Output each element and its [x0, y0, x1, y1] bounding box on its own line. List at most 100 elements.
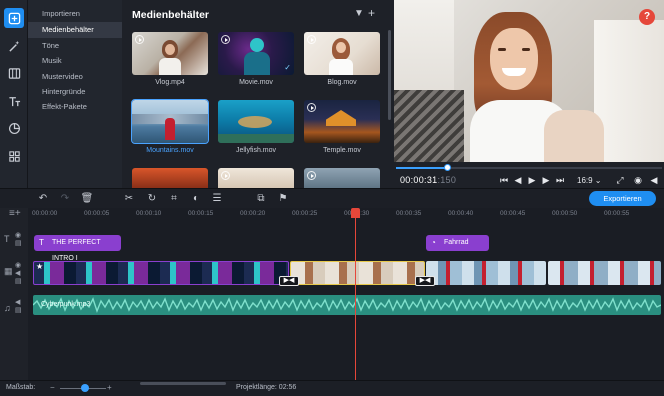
media-thumb-temple[interactable] — [304, 100, 380, 143]
transition-icon[interactable]: ▶◀ — [279, 276, 299, 286]
ruler-tick: 00:00:00 — [32, 210, 58, 217]
zoom-out-icon[interactable]: − — [50, 383, 55, 392]
ruler-tick: 00:00:15 — [188, 210, 214, 217]
media-thumb-vlog[interactable] — [132, 32, 208, 75]
title-clip-intro[interactable]: THE PERFECT INTRO I — [34, 235, 121, 262]
audio-clip[interactable] — [33, 295, 661, 315]
playhead-line[interactable] — [355, 208, 356, 380]
menu-item-backgrounds[interactable]: Hintergründe — [28, 84, 122, 100]
timecode: 00:00:31:150 — [400, 175, 456, 185]
marker-flag-icon[interactable]: ⚑ — [276, 193, 290, 204]
player-controls: 00:00:31:150 ⏮ ◀ ▶ ▶ ⏭ 16:9 ⌄ ⤢ ◉ ◀ — [394, 162, 664, 188]
tool-rail — [0, 0, 28, 188]
media-thumb-portrait[interactable] — [218, 168, 294, 188]
ruler-tick: 00:00:50 — [552, 210, 578, 217]
ruler-tick: 00:00:55 — [604, 210, 630, 217]
media-name: Movie.mov — [239, 79, 273, 86]
crop-icon[interactable]: ⌗ — [167, 193, 181, 204]
video-clip-mountains[interactable] — [426, 261, 546, 285]
speaker-icon[interactable]: ◀ — [15, 269, 20, 277]
video-clip-mountains-2[interactable] — [548, 261, 661, 285]
timecode-main: 00:00:31 — [400, 175, 438, 185]
menu-item-sounds[interactable]: Töne — [28, 38, 122, 54]
play-icon — [307, 35, 316, 44]
prev-frame-icon[interactable]: ◀ — [512, 175, 524, 186]
overlay-icon[interactable]: ⧉ — [254, 193, 268, 204]
properties-icon[interactable]: ☰ — [210, 193, 224, 204]
color-adjust-icon[interactable]: ◐ — [189, 193, 203, 204]
redo-icon[interactable]: ↷ — [58, 193, 72, 204]
media-panel: Medienbehälter ▼ + Vlog.mp4 ✓ Movie.mov … — [122, 0, 394, 188]
skip-end-icon[interactable]: ⏭ — [554, 175, 566, 186]
lock-icon[interactable]: ▤ — [15, 239, 22, 247]
eye-icon[interactable]: ◉ — [15, 261, 21, 269]
undo-icon[interactable]: ↶ — [36, 193, 50, 204]
export-button[interactable]: Exportieren — [589, 191, 656, 206]
timeline-scrollbar[interactable] — [140, 382, 226, 385]
ruler-tick: 00:00:45 — [500, 210, 526, 217]
media-thumb-landscape[interactable] — [304, 168, 380, 188]
media-thumb-movie[interactable]: ✓ — [218, 32, 294, 75]
transitions-icon[interactable] — [4, 63, 24, 83]
media-thumb-blog[interactable] — [304, 32, 380, 75]
preview-arm — [544, 110, 604, 162]
eye-icon[interactable]: ◉ — [15, 231, 21, 239]
preview-eye-right — [522, 48, 530, 51]
title-clip-icon: T — [39, 238, 44, 247]
menu-item-media-bin[interactable]: Medienbehälter — [28, 22, 122, 38]
video-clip-blog[interactable] — [290, 261, 425, 285]
media-scrollbar[interactable] — [388, 30, 391, 120]
video-preview[interactable] — [394, 0, 664, 162]
more-tools-icon[interactable] — [4, 146, 24, 166]
volume-icon[interactable]: ◀ — [648, 175, 660, 186]
aspect-ratio-value: 16:9 — [577, 176, 593, 185]
text-track-icon: T — [4, 234, 10, 244]
media-thumb-canyon[interactable] — [132, 168, 208, 188]
thumb-body — [244, 52, 270, 75]
video-clip-movie[interactable] — [33, 261, 289, 285]
titles-icon[interactable] — [4, 91, 24, 111]
add-media-icon[interactable]: + — [368, 6, 375, 20]
play-button-icon[interactable]: ▶ — [526, 175, 538, 186]
next-frame-icon[interactable]: ▶ — [540, 175, 552, 186]
playhead-handle[interactable] — [351, 208, 360, 218]
snapshot-icon[interactable]: ◉ — [632, 175, 644, 186]
menu-item-sample-video[interactable]: Mustervideo — [28, 69, 122, 85]
rotate-icon[interactable]: ↻ — [145, 193, 159, 204]
menu-item-effect-packs[interactable]: Effekt-Pakete — [28, 99, 122, 115]
stickers-icon[interactable] — [4, 118, 24, 138]
zoom-label: Maßstab: — [6, 384, 36, 391]
preview-wall — [594, 20, 664, 162]
media-name: Temple.mov — [323, 147, 361, 154]
preview-progress-knob[interactable] — [443, 164, 451, 171]
edit-toolbar: ↶ ↷ 🗑 ✂ ↻ ⌗ ◐ ☰ ⧉ ⚑ — [0, 188, 664, 208]
thumb-face — [165, 44, 175, 55]
ruler-tick: 00:00:25 — [292, 210, 318, 217]
aspect-ratio-select[interactable]: 16:9 ⌄ — [577, 176, 602, 185]
cut-icon[interactable]: ✂ — [122, 193, 136, 204]
zoom-in-icon[interactable]: + — [107, 383, 112, 392]
speaker-icon[interactable]: ◀ — [15, 298, 20, 306]
delete-icon[interactable]: 🗑 — [80, 193, 94, 204]
media-thumb-jellyfish[interactable] — [218, 100, 294, 143]
transition-icon[interactable]: ▶◀ — [415, 276, 435, 286]
add-track-icon[interactable]: ≡+ — [9, 208, 21, 219]
help-icon[interactable]: ? — [639, 9, 655, 25]
zoom-slider-knob[interactable] — [81, 384, 89, 392]
lock-icon[interactable]: ▤ — [15, 277, 22, 285]
preview-face — [490, 28, 538, 90]
play-icon — [307, 171, 316, 180]
media-thumb-mountains[interactable] — [131, 99, 209, 144]
fullscreen-icon[interactable]: ⤢ — [614, 175, 626, 186]
thumb-face — [250, 38, 264, 52]
menu-item-import[interactable]: Importieren — [28, 6, 122, 22]
import-icon[interactable] — [4, 8, 24, 28]
media-name: Jellyfish.mov — [235, 147, 277, 154]
filter-icon[interactable]: ▼ — [354, 8, 364, 19]
magic-wand-icon[interactable] — [4, 36, 24, 56]
lock-icon[interactable]: ▤ — [15, 306, 22, 314]
skip-start-icon[interactable]: ⏮ — [498, 175, 510, 186]
menu-item-music[interactable]: Musik — [28, 53, 122, 69]
media-panel-title: Medienbehälter — [132, 9, 210, 21]
play-icon — [221, 171, 230, 180]
